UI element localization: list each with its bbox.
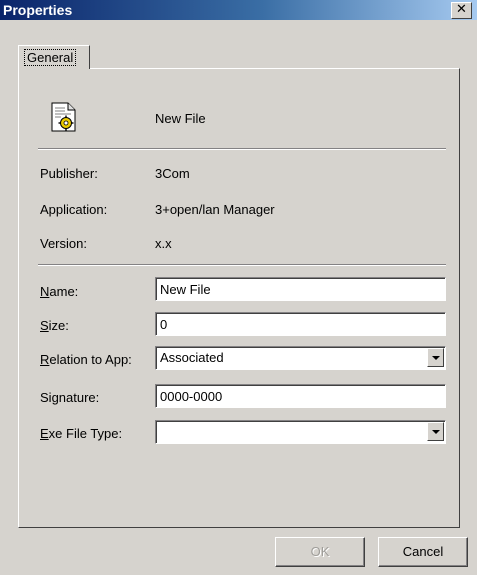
ok-button[interactable]: OK	[275, 537, 365, 567]
relation-select[interactable]: Associated	[155, 346, 446, 370]
properties-dialog: Properties ✕ General New File Publisher:…	[0, 0, 477, 575]
close-button[interactable]: ✕	[451, 2, 472, 19]
dialog-title: Properties	[3, 2, 73, 18]
chevron-down-icon[interactable]	[427, 348, 444, 367]
size-field[interactable]	[155, 312, 446, 336]
tab-general[interactable]: General	[18, 45, 90, 69]
document-gear-icon	[51, 102, 76, 132]
file-name-display: New File	[155, 111, 206, 126]
close-icon: ✕	[456, 2, 467, 17]
exe-file-type-label: Exe File Type:	[40, 426, 123, 441]
cancel-button[interactable]: Cancel	[378, 537, 468, 567]
publisher-value: 3Com	[155, 166, 190, 181]
chevron-down-icon[interactable]	[427, 422, 444, 441]
size-label: Size:	[40, 318, 69, 333]
signature-field[interactable]	[155, 384, 446, 408]
publisher-label: Publisher:	[40, 166, 98, 181]
name-field[interactable]	[155, 277, 446, 301]
application-label: Application:	[40, 202, 108, 217]
application-value: 3+open/lan Manager	[155, 202, 275, 217]
separator	[38, 264, 446, 266]
relation-label: Relation to App:	[40, 352, 132, 367]
version-value: x.x	[155, 236, 172, 251]
separator	[38, 148, 446, 150]
signature-label: Signature:	[40, 390, 100, 405]
relation-value: Associated	[160, 350, 224, 365]
version-label: Version:	[40, 236, 87, 251]
title-bar[interactable]: Properties ✕	[0, 0, 477, 20]
name-label: Name:	[40, 284, 79, 299]
tab-general-label: General	[24, 49, 77, 66]
exe-file-type-select[interactable]	[155, 420, 446, 444]
